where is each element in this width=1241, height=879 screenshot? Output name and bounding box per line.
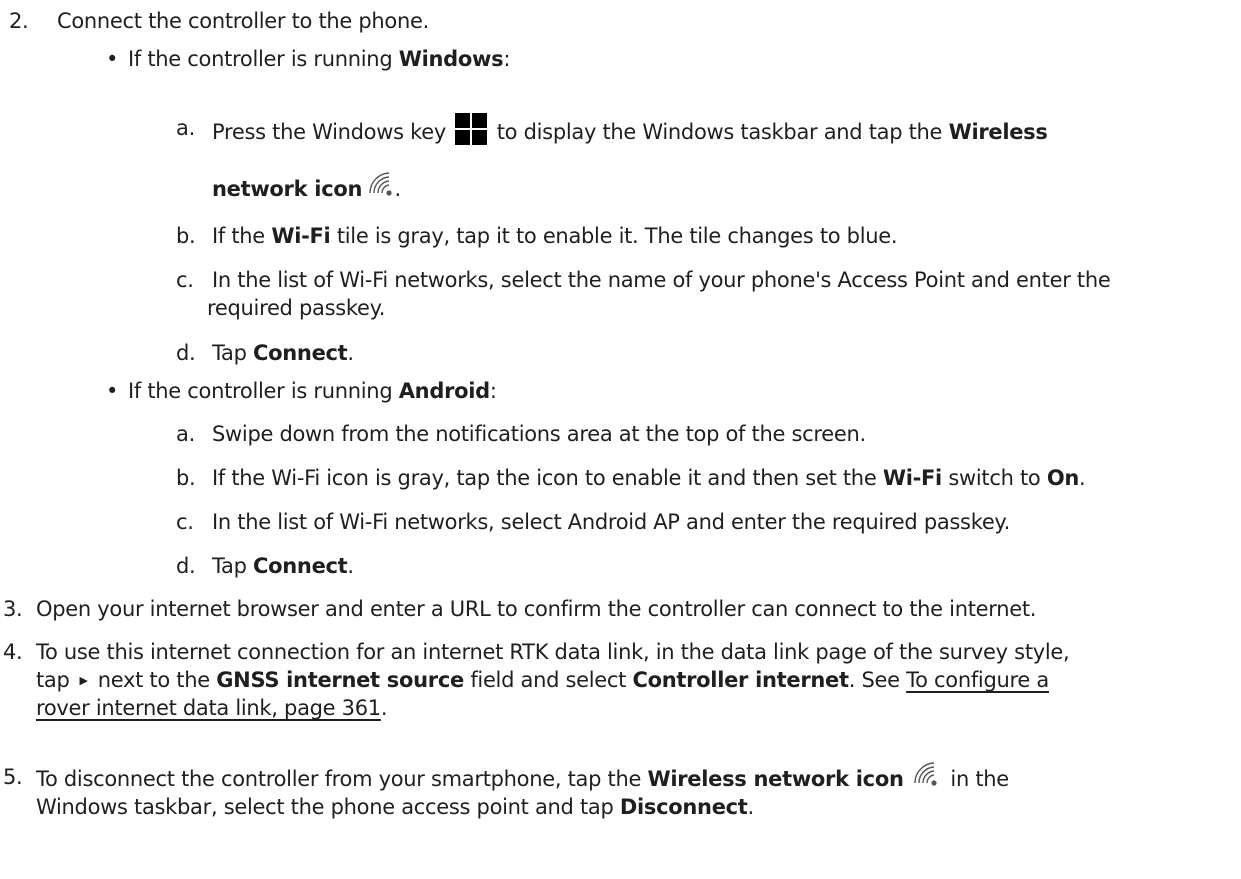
step-5-number: 5. bbox=[3, 765, 23, 789]
disconnect-label: Disconnect bbox=[619, 795, 748, 819]
connect-label: Connect bbox=[253, 554, 348, 578]
windows-substep-c-cont: required passkey. bbox=[207, 296, 386, 320]
windows-substep-a-cont: network icon . bbox=[212, 172, 401, 206]
connect-label: Connect bbox=[253, 341, 348, 365]
wireless-network-icon bbox=[914, 762, 940, 796]
wifi-label: Wi-Fi bbox=[271, 224, 331, 248]
network-icon-label: network icon bbox=[212, 177, 363, 201]
substep-text: Press the Windows key bbox=[212, 120, 446, 144]
substep-label: d. bbox=[176, 341, 196, 365]
play-arrow-icon[interactable]: ▶ bbox=[80, 666, 88, 696]
step-3-text: Open your internet browser and enter a U… bbox=[36, 597, 1037, 621]
bullet-android-text: If the controller is running bbox=[128, 379, 399, 403]
configure-link-cont[interactable]: rover internet data link, page 361 bbox=[36, 696, 381, 720]
step-2-number: 2. bbox=[9, 9, 29, 33]
wireless-label: Wireless bbox=[948, 120, 1048, 144]
wifi-label: Wi-Fi bbox=[882, 466, 942, 490]
controller-internet-label: Controller internet bbox=[632, 668, 849, 692]
substep-label: d. bbox=[176, 554, 196, 578]
bullet-android-os: Android bbox=[398, 379, 490, 403]
substep-label: c. bbox=[176, 510, 194, 534]
step-4-number: 4. bbox=[3, 640, 23, 664]
gnss-source-label: GNSS internet source bbox=[216, 668, 464, 692]
substep-label: b. bbox=[176, 224, 196, 248]
substep-label: a. bbox=[176, 422, 195, 446]
configure-link[interactable]: To configure a bbox=[906, 668, 1049, 692]
step-3-number: 3. bbox=[3, 597, 23, 621]
substep-label: c. bbox=[176, 268, 194, 292]
step-2-text: Connect the controller to the phone. bbox=[57, 9, 429, 33]
bullet-dot: • bbox=[106, 379, 119, 403]
wireless-network-label: Wireless network icon bbox=[647, 767, 904, 791]
substep-label: b. bbox=[176, 466, 196, 490]
step-5-cont: Windows taskbar, select the phone access… bbox=[36, 795, 754, 819]
wireless-network-icon bbox=[368, 172, 395, 206]
bullet-windows-text: If the controller is running bbox=[128, 47, 399, 71]
step-4-cont: tap ▶ next to the GNSS internet source fie… bbox=[36, 665, 1049, 696]
substep-label: a. bbox=[176, 116, 195, 140]
on-label: On bbox=[1046, 466, 1080, 490]
windows-key-icon bbox=[455, 113, 488, 153]
step-4-cont-2: rover internet data link, page 361. bbox=[36, 696, 388, 720]
bullet-dot: • bbox=[106, 47, 119, 71]
bullet-windows-os: Windows bbox=[398, 47, 504, 71]
